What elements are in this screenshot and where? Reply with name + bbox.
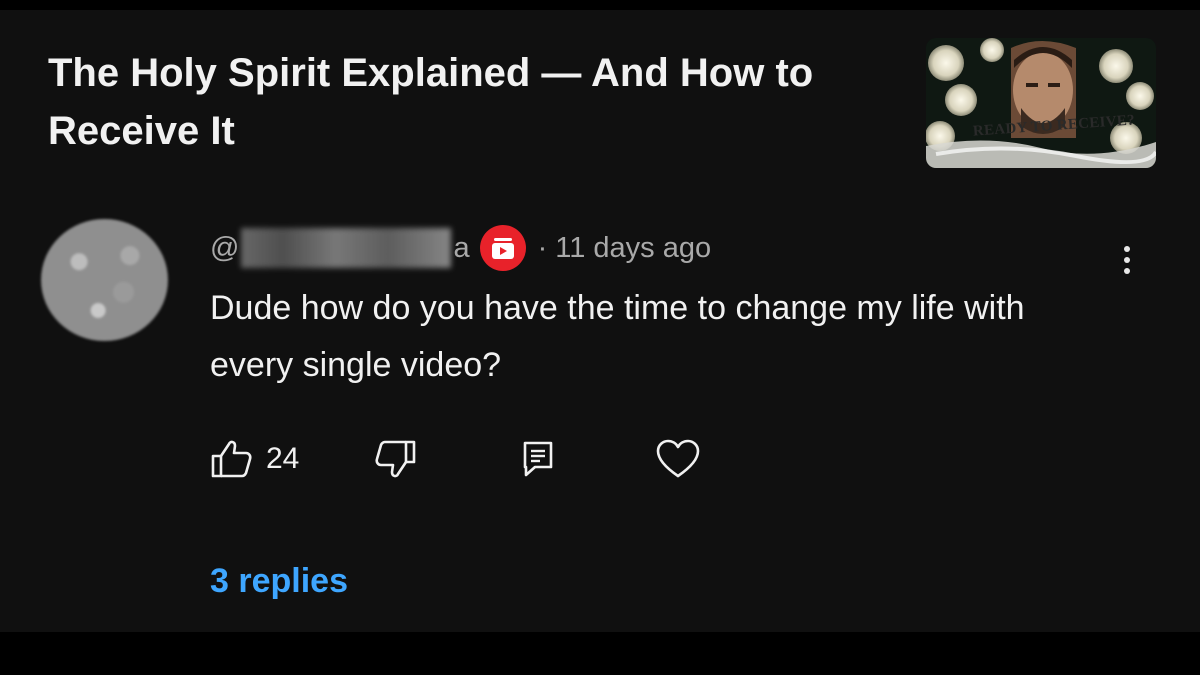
thumbs-up-icon <box>211 440 252 478</box>
red-creator-badge-icon <box>479 225 526 271</box>
vertical-ellipsis-icon[interactable] <box>1110 240 1144 280</box>
video-title[interactable]: The Holy Spirit Explained — And How to R… <box>48 44 878 160</box>
comment-icon <box>523 441 553 477</box>
like-button[interactable]: 24 <box>210 436 299 482</box>
comment-text: Dude how do you have the time to change … <box>210 289 1025 384</box>
heart-button[interactable] <box>656 436 700 482</box>
kebab-dot <box>1124 257 1130 263</box>
handle-suffix[interactable]: a <box>453 232 469 265</box>
kebab-dot <box>1124 246 1130 252</box>
heart-icon <box>656 439 700 478</box>
comment-actions: 24 <box>210 436 730 482</box>
thumbs-down-icon <box>375 440 416 478</box>
avatar[interactable] <box>41 219 168 341</box>
replies-link[interactable]: 3 replies <box>210 562 348 601</box>
handle-prefix[interactable]: @ <box>210 232 239 265</box>
dislike-button[interactable] <box>373 436 417 482</box>
kebab-dot <box>1124 268 1130 274</box>
like-count: 24 <box>266 442 300 475</box>
handle-redacted[interactable] <box>241 228 452 268</box>
comment-meta: @ a · 11 days ago <box>210 225 711 271</box>
meta-separator: · <box>537 231 548 264</box>
comment-timestamp[interactable]: 11 days ago <box>555 232 711 265</box>
video-thumbnail[interactable]: READY TO RECEIVE? <box>926 38 1156 168</box>
reply-button[interactable] <box>522 436 554 482</box>
thumbnail-image <box>926 38 1156 168</box>
